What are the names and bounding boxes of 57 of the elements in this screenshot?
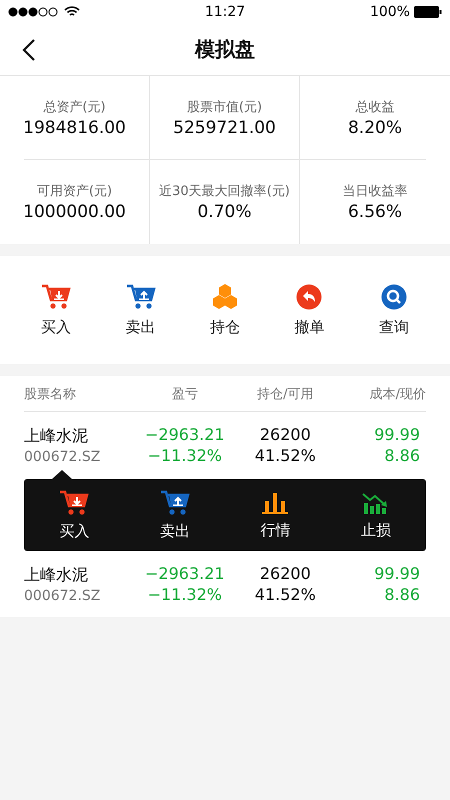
cost-price: 99.99 bbox=[374, 564, 420, 583]
column-header: 成本/现价 bbox=[368, 386, 426, 402]
menu-button[interactable]: 止损 bbox=[360, 490, 391, 540]
position-quantity: 26200 bbox=[260, 425, 311, 444]
cart-icon bbox=[59, 490, 90, 516]
undo-icon bbox=[296, 284, 322, 310]
position-ratio: 41.52% bbox=[254, 585, 316, 604]
cart-icon bbox=[160, 490, 190, 516]
stat-label: 可用资产(元) bbox=[36, 183, 112, 200]
current-price: 8.86 bbox=[384, 446, 420, 465]
wifi-icon bbox=[64, 6, 80, 18]
cost-price: 99.99 bbox=[374, 425, 420, 444]
stat-label: 当日收益率 bbox=[342, 183, 408, 200]
page-title: 模拟盘 bbox=[195, 36, 255, 63]
current-price: 8.86 bbox=[384, 585, 420, 604]
column-header: 股票名称 bbox=[24, 386, 77, 402]
menu-button[interactable]: 卖出 bbox=[160, 490, 190, 540]
back-icon[interactable] bbox=[22, 39, 36, 61]
stat-label: 近30天最大回撤率(元) bbox=[159, 183, 290, 200]
pnl-percent: −11.32% bbox=[148, 446, 222, 465]
stat-value: 0.70% bbox=[197, 202, 252, 222]
cart-icon bbox=[126, 284, 156, 310]
stat-label: 总资产(元) bbox=[43, 99, 106, 116]
pnl-amount: −2963.21 bbox=[145, 564, 225, 583]
status-time: 11:27 bbox=[204, 4, 246, 20]
action-button[interactable]: 查询 bbox=[378, 284, 409, 336]
signal-icon bbox=[8, 7, 60, 17]
stat-value: 8.20% bbox=[348, 118, 402, 138]
stock-code: 000672.SZ bbox=[24, 588, 100, 604]
stat-label: 总收益 bbox=[356, 99, 394, 116]
search-icon bbox=[380, 284, 407, 310]
stock-code: 000672.SZ bbox=[24, 448, 100, 464]
stock-name: 上峰水泥 bbox=[24, 426, 88, 446]
pnl-amount: −2963.21 bbox=[145, 425, 225, 444]
stat-value: 1000000.00 bbox=[23, 202, 126, 222]
stat-value: 6.56% bbox=[348, 202, 402, 222]
pnl-percent: −11.32% bbox=[148, 585, 222, 604]
menu-button[interactable]: 买入 bbox=[59, 490, 90, 540]
position-ratio: 41.52% bbox=[254, 446, 316, 465]
bar-chart-icon bbox=[261, 490, 290, 514]
cart-icon bbox=[41, 284, 72, 310]
action-button[interactable]: 撤单 bbox=[294, 284, 324, 336]
action-button[interactable]: 买入 bbox=[41, 284, 72, 336]
battery-percent: 100% bbox=[370, 4, 410, 20]
menu-button[interactable]: 行情 bbox=[260, 490, 290, 540]
column-header: 盈亏 bbox=[170, 386, 199, 402]
stock-name: 上峰水泥 bbox=[24, 564, 88, 586]
battery-icon bbox=[414, 6, 442, 18]
stat-label: 股票市值(元) bbox=[186, 99, 262, 116]
hexagons-icon bbox=[212, 284, 238, 310]
trend-down-icon bbox=[362, 490, 390, 514]
stat-value: 5259721.00 bbox=[173, 118, 276, 138]
position-quantity: 26200 bbox=[260, 564, 311, 583]
action-button[interactable]: 持仓 bbox=[210, 284, 240, 336]
stat-value: 1984816.00 bbox=[23, 118, 126, 138]
action-button[interactable]: 卖出 bbox=[126, 284, 156, 336]
column-header: 持仓/可用 bbox=[256, 386, 314, 402]
